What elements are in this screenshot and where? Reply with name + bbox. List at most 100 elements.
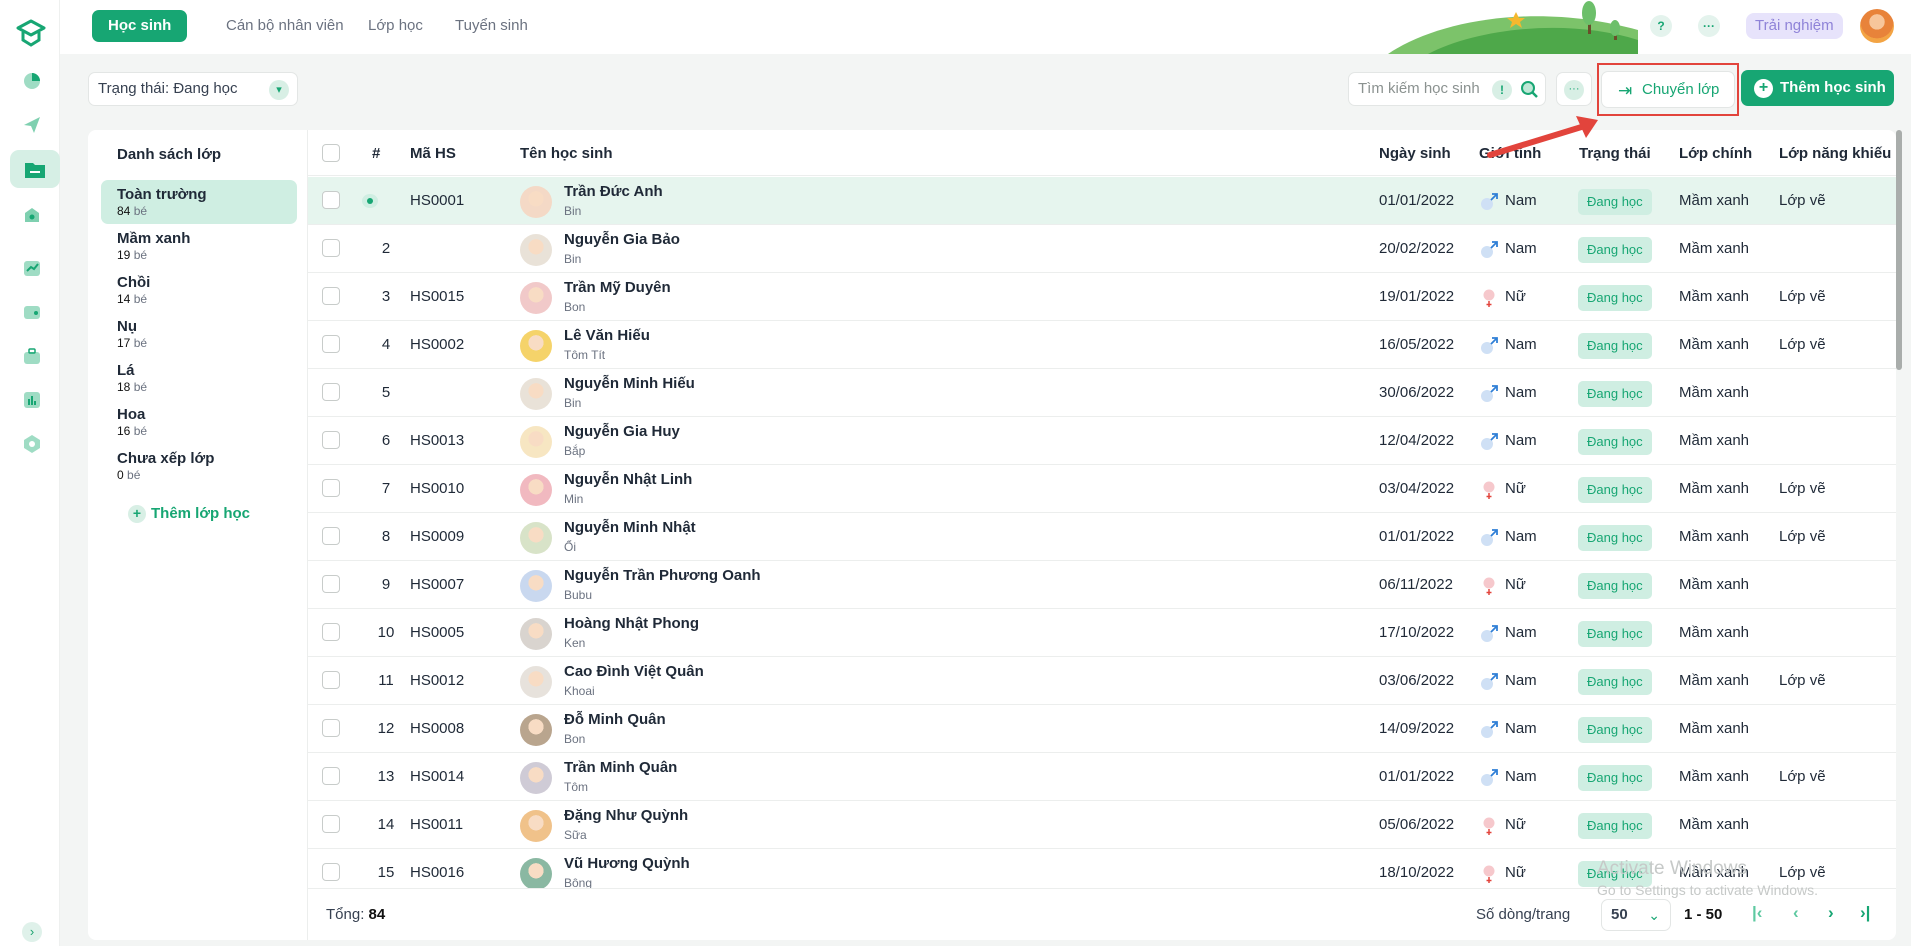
- table-row[interactable]: HS0001 Trần Đức Anh Bin 01/01/2022 Nam Đang h…: [308, 177, 1896, 225]
- student-name[interactable]: Đỗ Minh Quân: [564, 711, 666, 728]
- table-row[interactable]: 7 HS0010 Nguyễn Nhật Linh Min 03/04/2022 Nữ Đa…: [308, 465, 1896, 513]
- add-student-button[interactable]: + Thêm học sinh: [1741, 70, 1894, 106]
- status-badge: Đang học: [1578, 525, 1652, 551]
- rows-per-page-select[interactable]: 50 ⌄: [1601, 899, 1671, 931]
- more-actions-button[interactable]: ···: [1556, 72, 1592, 106]
- class-item[interactable]: Toàn trường 84 bé: [101, 180, 297, 224]
- status-badge: Đang học: [1578, 381, 1652, 407]
- table-row[interactable]: 13 HS0014 Trần Minh Quân Tôm 01/01/2022 Nam Đa…: [308, 753, 1896, 801]
- row-checkbox[interactable]: [322, 527, 340, 545]
- next-page-icon[interactable]: ›: [1828, 903, 1834, 923]
- last-page-icon[interactable]: ›|: [1860, 903, 1870, 923]
- table-row[interactable]: 5 Nguyễn Minh Hiếu Bin 30/06/2022 Nam Đang họ…: [308, 369, 1896, 417]
- report-icon[interactable]: [22, 258, 42, 278]
- student-name[interactable]: Vũ Hương Quỳnh: [564, 855, 690, 872]
- row-checkbox[interactable]: [322, 575, 340, 593]
- class-count: 16 bé: [117, 424, 148, 438]
- add-class-button[interactable]: + Thêm lớp học: [128, 505, 250, 523]
- row-checkbox[interactable]: [322, 479, 340, 497]
- row-checkbox[interactable]: [322, 671, 340, 689]
- row-checkbox[interactable]: [322, 815, 340, 833]
- table-row[interactable]: 10 HS0005 Hoàng Nhật Phong Ken 17/10/2022 Nam…: [308, 609, 1896, 657]
- row-number: 6: [381, 432, 391, 449]
- student-name[interactable]: Cao Đình Việt Quân: [564, 663, 704, 680]
- tab-students[interactable]: Học sinh: [92, 10, 188, 42]
- row-checkbox[interactable]: [322, 191, 340, 209]
- class-list-title: Danh sách lớp: [117, 146, 222, 163]
- table-row[interactable]: 8 HS0009 Nguyễn Minh Nhật Ổi 01/01/2022 Nam Đa…: [308, 513, 1896, 561]
- transfer-class-button[interactable]: ⇥ Chuyển lớp: [1601, 71, 1735, 108]
- wallet-icon[interactable]: [22, 302, 42, 322]
- row-checkbox[interactable]: [322, 623, 340, 641]
- more-icon[interactable]: ···: [1698, 15, 1720, 37]
- eye-icon[interactable]: [362, 194, 378, 208]
- row-checkbox[interactable]: [322, 287, 340, 305]
- table-row[interactable]: 2 Nguyễn Gia Bảo Bin 20/02/2022 Nam Đang học M…: [308, 225, 1896, 273]
- female-icon: [1483, 289, 1495, 307]
- student-name[interactable]: Trần Minh Quân: [564, 759, 677, 776]
- student-name[interactable]: Nguyễn Minh Hiếu: [564, 375, 695, 392]
- row-checkbox[interactable]: [322, 431, 340, 449]
- help-icon[interactable]: ?: [1650, 15, 1672, 37]
- student-name[interactable]: Nguyễn Minh Nhật: [564, 519, 696, 536]
- first-page-icon[interactable]: |‹: [1752, 903, 1762, 923]
- student-nickname: Bin: [564, 204, 582, 218]
- student-name[interactable]: Trần Mỹ Duyên: [564, 279, 671, 296]
- class-item[interactable]: Chồi 14 bé: [101, 268, 297, 312]
- settings-icon[interactable]: [22, 434, 42, 454]
- briefcase-icon[interactable]: [22, 346, 42, 366]
- dashboard-icon[interactable]: [22, 70, 42, 90]
- health-icon[interactable]: [22, 205, 42, 225]
- app-logo-icon[interactable]: [15, 18, 47, 48]
- tab-staff[interactable]: Cán bộ nhân viên: [210, 10, 360, 42]
- table-row[interactable]: 9 HS0007 Nguyễn Trần Phương Oanh Bubu 06/11/…: [308, 561, 1896, 609]
- row-checkbox[interactable]: [322, 767, 340, 785]
- table-row[interactable]: 12 HS0008 Đỗ Minh Quân Bon 14/09/2022 Nam Đang…: [308, 705, 1896, 753]
- total-label: Tổng:: [326, 906, 365, 923]
- table-row[interactable]: 14 HS0011 Đặng Như Quỳnh Sữa 05/06/2022 Nữ Đan…: [308, 801, 1896, 849]
- statistics-icon[interactable]: [22, 390, 42, 410]
- total-count: Tổng: 84: [326, 906, 385, 923]
- student-folder-icon[interactable]: [10, 150, 60, 188]
- tab-classes[interactable]: Lớp học: [352, 10, 439, 42]
- main-class: Mầm xanh: [1679, 288, 1750, 305]
- expand-sidebar-icon[interactable]: ›: [22, 922, 42, 942]
- row-checkbox[interactable]: [322, 719, 340, 737]
- table-row[interactable]: 11 HS0012 Cao Đình Việt Quân Khoai 03/06/202…: [308, 657, 1896, 705]
- student-code: HS0013: [410, 432, 465, 449]
- student-name[interactable]: Nguyễn Trần Phương Oanh: [564, 567, 761, 584]
- row-checkbox[interactable]: [322, 335, 340, 353]
- user-avatar[interactable]: [1860, 9, 1894, 43]
- info-icon[interactable]: !: [1492, 80, 1512, 100]
- gender-label: Nam: [1505, 768, 1537, 785]
- class-item[interactable]: Mầm xanh 19 bé: [101, 224, 297, 268]
- student-name[interactable]: Nguyễn Nhật Linh: [564, 471, 692, 488]
- student-name[interactable]: Hoàng Nhật Phong: [564, 615, 699, 632]
- class-item[interactable]: Hoa 16 bé: [101, 400, 297, 444]
- table-row[interactable]: 3 HS0015 Trần Mỹ Duyên Bon 19/01/2022 Nữ Đang …: [308, 273, 1896, 321]
- student-name[interactable]: Đặng Như Quỳnh: [564, 807, 688, 824]
- student-name[interactable]: Nguyễn Gia Bảo: [564, 231, 680, 248]
- send-icon[interactable]: [22, 115, 42, 135]
- student-nickname: Bin: [564, 252, 582, 266]
- student-name[interactable]: Trần Đức Anh: [564, 183, 663, 200]
- vertical-scrollbar[interactable]: [1896, 130, 1902, 370]
- class-count: 19 bé: [117, 248, 148, 262]
- select-all-checkbox[interactable]: [322, 144, 340, 162]
- prev-page-icon[interactable]: ‹: [1793, 903, 1799, 923]
- search-icon[interactable]: [1519, 79, 1539, 99]
- table-row[interactable]: 6 HS0013 Nguyễn Gia Huy Bắp 12/04/2022 Nam Đan…: [308, 417, 1896, 465]
- row-checkbox[interactable]: [322, 239, 340, 257]
- class-item[interactable]: Lá 18 bé: [101, 356, 297, 400]
- class-item[interactable]: Chưa xếp lớp 0 bé: [101, 444, 297, 488]
- row-checkbox[interactable]: [322, 863, 340, 881]
- trial-badge[interactable]: Trải nghiệm: [1746, 13, 1843, 39]
- table-row[interactable]: 4 HS0002 Lê Văn Hiếu Tôm Tít 16/05/2022 Nam Đa…: [308, 321, 1896, 369]
- row-checkbox[interactable]: [322, 383, 340, 401]
- class-item[interactable]: Nụ 17 bé: [101, 312, 297, 356]
- student-name[interactable]: Nguyễn Gia Huy: [564, 423, 680, 440]
- tab-admissions[interactable]: Tuyển sinh: [439, 10, 544, 42]
- status-filter-select[interactable]: Trạng thái: Đang học ▾: [88, 72, 298, 106]
- search-input[interactable]: Tìm kiếm học sinh!: [1348, 72, 1546, 106]
- student-name[interactable]: Lê Văn Hiếu: [564, 327, 650, 344]
